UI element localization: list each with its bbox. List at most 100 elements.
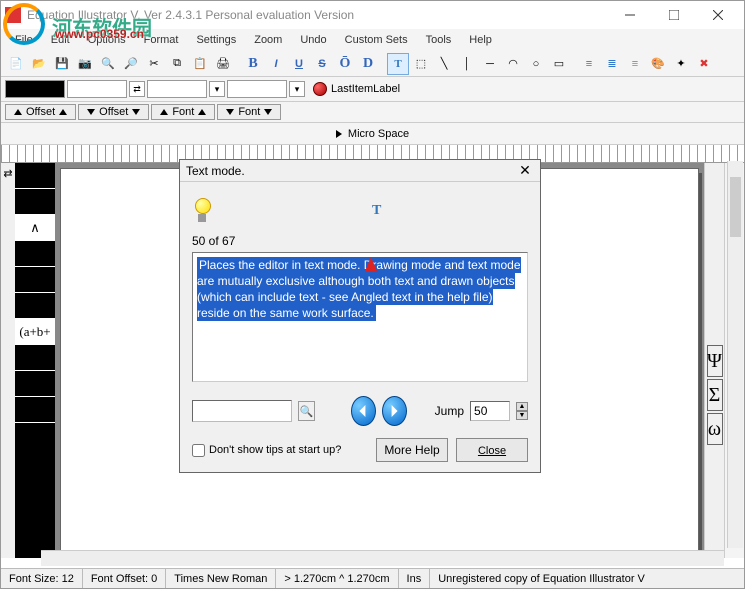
tip-counter: 50 of 67: [192, 234, 528, 248]
left-margin-icon[interactable]: ⇄: [1, 163, 15, 558]
symbol-sidebar: ∧ (a+b+: [15, 163, 55, 558]
palette-icon[interactable]: 🎨: [647, 53, 669, 75]
omega-cap-icon[interactable]: ω: [707, 413, 723, 445]
sidebar-cell[interactable]: [15, 241, 55, 267]
vertical-scrollbar[interactable]: [727, 161, 743, 548]
prev-tip-button[interactable]: [351, 396, 376, 426]
status-coords: > 1.270cm ^ 1.270cm: [276, 569, 398, 588]
menu-tools[interactable]: Tools: [418, 32, 460, 48]
status-registration: Unregistered copy of Equation Illustrato…: [430, 569, 744, 588]
sidebar-cell[interactable]: [15, 267, 55, 293]
psi-cap-icon[interactable]: Ψ: [707, 345, 723, 377]
tool-a-icon[interactable]: ✦: [670, 53, 692, 75]
paste-icon[interactable]: 📋: [189, 53, 211, 75]
font-down-button[interactable]: Font: [217, 104, 281, 120]
menu-file[interactable]: File: [7, 32, 41, 48]
search-icon[interactable]: 🔍: [298, 401, 315, 421]
menu-customsets[interactable]: Custom Sets: [337, 32, 416, 48]
menu-options[interactable]: Options: [80, 32, 134, 48]
overline-button[interactable]: Ō: [334, 53, 356, 75]
open-icon[interactable]: 📂: [28, 53, 50, 75]
offset-down-button[interactable]: Offset: [78, 104, 149, 120]
foreground-color-swatch[interactable]: [67, 80, 127, 98]
italic-button[interactable]: I: [265, 53, 287, 75]
sidebar-cell[interactable]: [15, 397, 55, 423]
bold-button[interactable]: B: [242, 53, 264, 75]
sigma-cap-icon[interactable]: Σ: [707, 379, 723, 411]
sidebar-cell[interactable]: [15, 345, 55, 371]
search-input[interactable]: [192, 400, 292, 422]
select-tool-icon[interactable]: ⬚: [410, 53, 432, 75]
text-mode-button[interactable]: T: [387, 53, 409, 75]
close-button[interactable]: Close: [456, 438, 528, 462]
sidebar-cell[interactable]: [15, 371, 55, 397]
last-item-indicator: LastItemLabel: [313, 82, 400, 96]
horizontal-scrollbar[interactable]: [41, 550, 724, 566]
more-help-button[interactable]: More Help: [376, 438, 448, 462]
jump-spinner[interactable]: ▲▼: [516, 402, 528, 420]
align-left-icon[interactable]: ≡: [578, 53, 600, 75]
sidebar-cell[interactable]: [15, 163, 55, 189]
status-bar: Font Size: 12 Font Offset: 0 Times New R…: [1, 568, 744, 588]
color-picker-icon[interactable]: ▾: [209, 81, 225, 97]
tips-dialog: Text mode. ✕ T 50 of 67 Places the edito…: [179, 159, 541, 473]
sidebar-cell[interactable]: [15, 189, 55, 215]
last-item-label: LastItemLabel: [331, 83, 400, 95]
minimize-button[interactable]: [608, 2, 652, 28]
title-bar: Equation Illustrator V. Ver 2.4.3.1 Pers…: [1, 1, 744, 29]
close-button[interactable]: [696, 2, 740, 28]
status-ins: Ins: [399, 569, 431, 588]
arc-icon[interactable]: ◠: [502, 53, 524, 75]
maximize-button[interactable]: [652, 2, 696, 28]
copy-icon[interactable]: ⧉: [166, 53, 188, 75]
menu-help[interactable]: Help: [461, 32, 500, 48]
sidebar-cell-wedge[interactable]: ∧: [15, 215, 55, 241]
jump-label: Jump: [435, 404, 464, 418]
dialog-close-button[interactable]: ✕: [516, 162, 534, 180]
print-icon[interactable]: 🖨: [212, 53, 234, 75]
align-center-icon[interactable]: ≣: [601, 53, 623, 75]
tip-text-box[interactable]: Places the editor in text mode. Drawing …: [192, 252, 528, 382]
rect-icon[interactable]: ▭: [548, 53, 570, 75]
offset-toolbar: Offset Offset Font Font: [1, 101, 744, 123]
fill-color-swatch[interactable]: [147, 80, 207, 98]
camera-icon[interactable]: 📷: [74, 53, 96, 75]
dont-show-checkbox[interactable]: Don't show tips at start up?: [192, 444, 341, 457]
menu-format[interactable]: Format: [136, 32, 187, 48]
circle-icon[interactable]: ○: [525, 53, 547, 75]
offset-up-button[interactable]: Offset: [5, 104, 76, 120]
lightbulb-icon: [192, 198, 212, 224]
jump-input[interactable]: [470, 401, 510, 421]
vline-icon[interactable]: │: [456, 53, 478, 75]
dont-show-check-input[interactable]: [192, 444, 205, 457]
font-up-button[interactable]: Font: [151, 104, 215, 120]
menu-zoom[interactable]: Zoom: [246, 32, 290, 48]
menu-settings[interactable]: Settings: [188, 32, 244, 48]
window-title: Equation Illustrator V. Ver 2.4.3.1 Pers…: [27, 8, 608, 22]
swap-colors-icon[interactable]: ⇄: [129, 81, 145, 97]
next-tip-button[interactable]: [382, 396, 407, 426]
text-mode-glyph-icon: T: [372, 203, 381, 219]
line-style-preview[interactable]: [227, 80, 287, 98]
dialog-title: Text mode.: [186, 164, 516, 178]
save-icon[interactable]: 💾: [51, 53, 73, 75]
underline-button[interactable]: U: [288, 53, 310, 75]
strike-button[interactable]: S: [311, 53, 333, 75]
doublestrike-button[interactable]: D: [357, 53, 379, 75]
line-tool-icon[interactable]: ╲: [433, 53, 455, 75]
status-font-name: Times New Roman: [166, 569, 276, 588]
cut-icon[interactable]: ✂: [143, 53, 165, 75]
background-color-swatch[interactable]: [5, 80, 65, 98]
menu-undo[interactable]: Undo: [292, 32, 334, 48]
sidebar-cell-expr[interactable]: (a+b+: [15, 319, 55, 345]
align-right-icon[interactable]: ≡: [624, 53, 646, 75]
line-style-icon[interactable]: ▾: [289, 81, 305, 97]
sidebar-cell[interactable]: [15, 293, 55, 319]
zoom-in-icon[interactable]: 🔍: [97, 53, 119, 75]
micro-space-label: Micro Space: [348, 128, 409, 140]
menu-edit[interactable]: Edit: [43, 32, 78, 48]
zoom-out-icon[interactable]: 🔎: [120, 53, 142, 75]
hline-icon[interactable]: ─: [479, 53, 501, 75]
new-icon[interactable]: 📄: [5, 53, 27, 75]
tool-b-icon[interactable]: ✖: [693, 53, 715, 75]
